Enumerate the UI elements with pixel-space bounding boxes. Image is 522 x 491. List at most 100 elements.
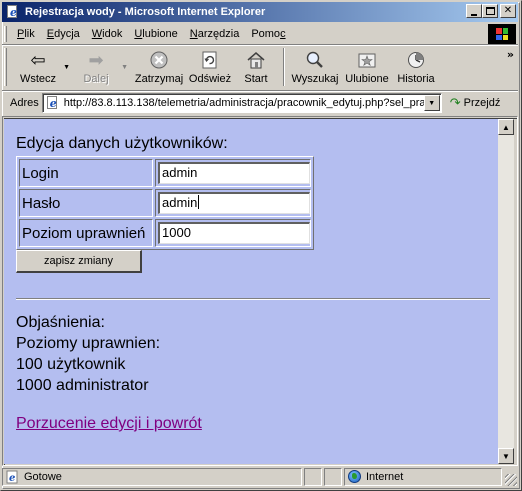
search-label: Wyszukaj [291, 73, 339, 85]
page-done-icon: e [6, 470, 20, 484]
address-label: Adres [10, 97, 39, 109]
back-dropdown-icon[interactable]: ▼ [63, 64, 70, 71]
level-label: Poziom uprawnień [19, 219, 153, 247]
close-button[interactable]: ✕ [500, 4, 516, 18]
form-row-password: Hasło admin [18, 188, 312, 218]
toolbar-separator [283, 48, 285, 86]
password-label: Hasło [19, 189, 153, 217]
ie-page-icon[interactable]: e [5, 4, 21, 20]
menu-bar: Plik Edycja Widok Ulubione Narzędzia Pom… [2, 24, 518, 44]
text-caret [198, 195, 200, 209]
login-label: Login [19, 159, 153, 187]
home-label: Start [244, 73, 268, 85]
levels-title: Poziomy uprawnien: [16, 335, 161, 352]
search-icon [303, 49, 327, 71]
save-changes-button[interactable]: zapisz zmiany [16, 250, 142, 273]
favorites-icon [355, 49, 379, 71]
back-arrow-icon: ⇦ [30, 50, 46, 70]
menu-edit-accel: E [46, 28, 55, 40]
minimize-icon [471, 13, 477, 16]
login-input[interactable]: admin [158, 162, 310, 184]
go-label: Przejdź [463, 97, 501, 109]
svg-text:e: e [9, 473, 15, 484]
level-cell: 1000 [155, 219, 311, 247]
page-favicon-icon: e [45, 95, 61, 111]
internet-globe-icon [348, 470, 362, 484]
menu-favorites[interactable]: Ulubione [128, 28, 183, 40]
forward-label: Dalej [83, 73, 109, 85]
refresh-icon [198, 49, 222, 71]
password-input[interactable]: admin [158, 192, 310, 214]
resize-grip[interactable] [505, 474, 517, 486]
back-label: Wstecz [19, 73, 57, 85]
menu-edit[interactable]: Edycja [41, 28, 86, 40]
favorites-button[interactable]: Ulubione [341, 46, 393, 88]
menu-tools-accel: N [189, 28, 198, 40]
toolbar-overflow-chevron-icon[interactable]: » [507, 48, 514, 61]
scroll-down-icon: ▼ [502, 451, 510, 461]
forward-dropdown-icon[interactable]: ▼ [121, 64, 128, 71]
security-zone[interactable]: Internet [344, 468, 502, 486]
menu-help-label: Pomo [251, 28, 281, 40]
home-icon [244, 49, 268, 71]
maximize-icon [485, 7, 495, 15]
address-dropdown-icon[interactable]: ▼ [423, 95, 440, 111]
stop-icon [147, 49, 171, 71]
standard-toolbar: ⇦ Wstecz ▼ ➡ Dalej ▼ Zatrzymaj Odśwież S… [2, 46, 518, 90]
menu-grip[interactable] [4, 26, 7, 42]
address-input[interactable]: e http://83.8.113.138/telemetria/adminis… [41, 93, 442, 113]
scroll-down-button[interactable]: ▼ [498, 448, 514, 464]
refresh-button[interactable]: Odśwież [187, 46, 233, 88]
window-controls: ✕ [466, 4, 516, 18]
password-value: admin [162, 195, 198, 210]
level-user-text: 100 użytkownik [16, 356, 126, 373]
menu-file-label: lik [24, 28, 35, 40]
minimize-button[interactable] [466, 4, 482, 18]
status-bar: e Gotowe Internet [2, 467, 518, 487]
stop-label: Zatrzymaj [134, 73, 184, 85]
menu-view-accel: W [91, 28, 103, 40]
address-bar: Adres e http://83.8.113.138/telemetria/a… [2, 92, 518, 114]
status-panel-2 [324, 468, 342, 486]
forward-button[interactable]: ➡ Dalej ▼ [73, 46, 128, 88]
history-button[interactable]: Historia [393, 46, 439, 88]
maximize-button[interactable] [482, 4, 498, 18]
password-cell: admin [155, 189, 311, 217]
menu-help-accel: c [280, 28, 286, 40]
menu-tools[interactable]: Narzędzia [184, 28, 246, 40]
menu-view-label: idok [102, 28, 123, 40]
window-title: Rejestracja wody - Microsoft Internet Ex… [25, 6, 266, 18]
cancel-edit-link[interactable]: Porzucenie edycji i powrót [16, 415, 202, 433]
toolbar-grip[interactable] [4, 48, 7, 86]
level-input[interactable]: 1000 [158, 222, 310, 244]
home-button[interactable]: Start [233, 46, 279, 88]
history-label: Historia [397, 73, 435, 85]
scroll-up-button[interactable]: ▲ [498, 119, 514, 135]
menu-file[interactable]: Plik [11, 28, 41, 40]
login-cell: admin [155, 159, 311, 187]
history-icon [404, 49, 428, 71]
menu-view[interactable]: Widok [86, 28, 129, 40]
close-icon: ✕ [503, 5, 513, 16]
menu-edit-label: dycja [54, 28, 80, 40]
vertical-scrollbar[interactable]: ▲ ▼ [498, 119, 514, 464]
form-row-login: Login admin [18, 158, 312, 188]
go-arrow-icon: ↷ [449, 95, 461, 110]
favorites-label: Ulubione [345, 73, 389, 85]
status-text: Gotowe [24, 471, 62, 483]
explanations-block: Objaśnienia: Poziomy uprawnien: 100 użyt… [16, 312, 160, 396]
stop-button[interactable]: Zatrzymaj [131, 46, 187, 88]
go-button[interactable]: ↷ Przejdź [450, 95, 501, 111]
user-form-table: Login admin Hasło admin Poziom uprawnień… [16, 156, 314, 250]
menu-help[interactable]: Pomoc [245, 28, 291, 40]
refresh-label: Odśwież [188, 73, 232, 85]
back-button[interactable]: ⇦ Wstecz ▼ [15, 46, 70, 88]
status-main: e Gotowe [2, 468, 302, 486]
scroll-up-icon: ▲ [502, 122, 510, 132]
explanations-title: Objaśnienia: [16, 314, 105, 331]
title-bar[interactable]: e Rejestracja wody - Microsoft Internet … [2, 2, 518, 22]
level-admin-text: 1000 administrator [16, 377, 149, 394]
address-url[interactable]: http://83.8.113.138/telemetria/administr… [64, 97, 424, 109]
search-button[interactable]: Wyszukaj [289, 46, 341, 88]
menu-favorites-label: lubione [142, 28, 178, 40]
